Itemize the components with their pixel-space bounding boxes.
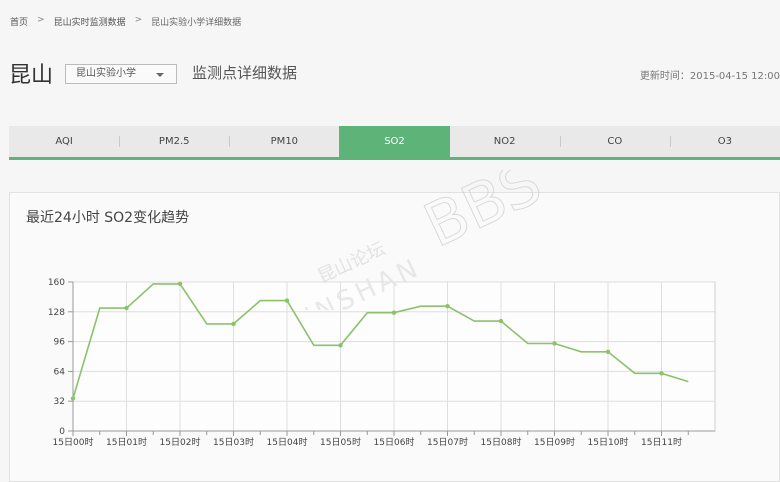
data-point (284, 298, 290, 303)
x-tick-label: 15日04时 (267, 436, 308, 448)
x-tick-label: 15日00时 (53, 436, 94, 448)
data-point (605, 349, 611, 355)
data-point (338, 343, 343, 348)
x-tick-label: 15日11时 (641, 436, 682, 448)
y-tick-label: 128 (48, 308, 65, 318)
data-point (177, 281, 183, 287)
y-tick-label: 0 (59, 427, 65, 437)
data-point (391, 310, 397, 315)
x-tick-label: 15日03时 (213, 436, 254, 448)
y-tick-label: 64 (54, 367, 66, 377)
y-tick-label: 32 (54, 397, 65, 407)
data-point (231, 321, 236, 327)
x-tick-label: 15日07时 (427, 436, 468, 448)
data-point (552, 341, 557, 346)
x-tick-label: 15日08时 (481, 436, 522, 448)
so2-trend-chart: 0 32 64 96 128 160 15日00时 15日01时 15日02时 15日03时 15日… (48, 278, 716, 448)
x-tick-label: 15日06时 (374, 436, 415, 448)
data-point (445, 304, 450, 309)
x-tick-label: 15日01时 (106, 436, 147, 448)
data-point (498, 318, 504, 324)
data-point (70, 396, 76, 401)
y-tick-label: 96 (54, 338, 66, 348)
x-tick-label: 15日02时 (160, 436, 201, 448)
data-point (659, 371, 664, 376)
x-tick-label: 15日05时 (320, 436, 361, 448)
x-tick-label: 15日10时 (588, 436, 629, 448)
x-tick-label: 15日09时 (534, 436, 575, 448)
y-tick-label: 160 (48, 278, 65, 288)
data-point (124, 305, 129, 311)
